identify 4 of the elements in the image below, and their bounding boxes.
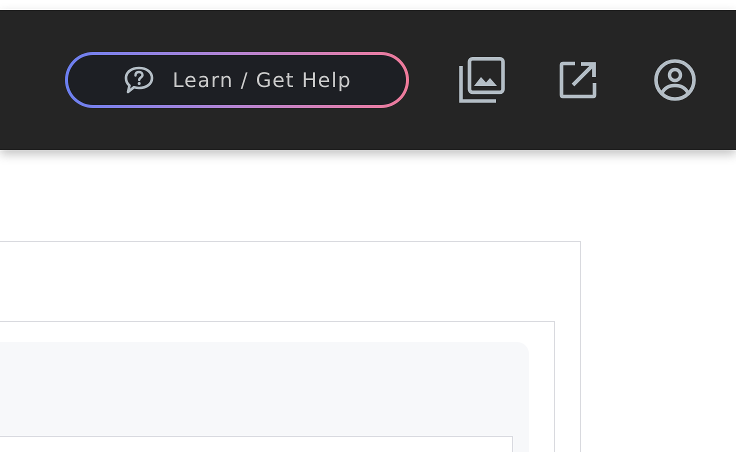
image-gallery-icon[interactable]	[459, 57, 505, 103]
external-link-icon[interactable]	[559, 61, 597, 99]
user-account-icon[interactable]	[654, 59, 696, 101]
question-bubble-icon	[122, 65, 155, 95]
